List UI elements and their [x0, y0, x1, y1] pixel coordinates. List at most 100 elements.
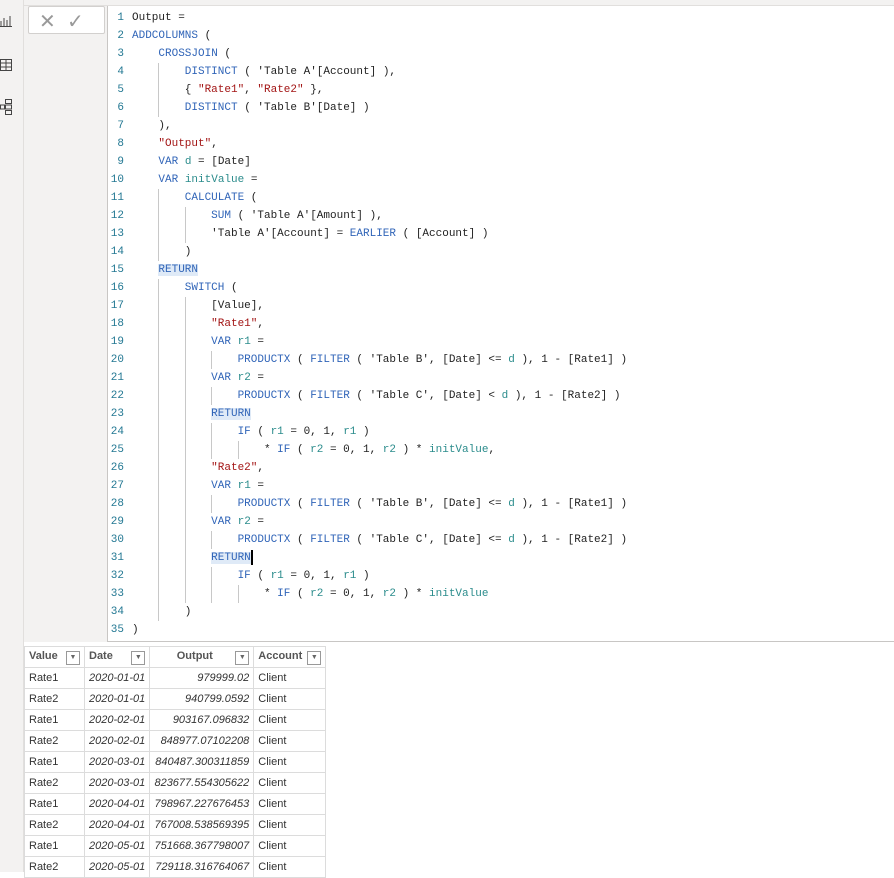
formula-bar-background	[24, 6, 107, 642]
code-line[interactable]: 18 "Rate1",	[108, 315, 627, 333]
code-line[interactable]: 8 "Output",	[108, 135, 627, 153]
code-line[interactable]: 2 ADDCOLUMNS (	[108, 27, 627, 45]
table-view-icon[interactable]	[0, 59, 14, 73]
code-token: )	[184, 606, 192, 618]
line-number: 9	[117, 156, 124, 168]
code-line[interactable]: 13 'Table A'[Account] = EARLIER ( [Accoun…	[108, 225, 627, 243]
indent-guide	[132, 315, 158, 333]
table-cell: 798967.227676453	[149, 793, 255, 815]
code-line[interactable]: 20 PRODUCTX ( FILTER ( 'Table B', [Date] …	[108, 351, 627, 369]
code-line[interactable]: 3 CROSSJOIN (	[108, 45, 627, 63]
code-line[interactable]: 32 IF ( r1 = 0, 1, r1 )	[108, 567, 627, 585]
code-content: "Rate1",	[211, 318, 264, 330]
indent-guide	[158, 387, 184, 405]
indent-guide	[132, 63, 158, 81]
commit-check-icon[interactable]: ✓	[67, 9, 84, 34]
code-line[interactable]: 15 RETURN	[108, 261, 627, 279]
indent-guide	[158, 63, 184, 81]
dax-formula-editor[interactable]: 1 Output = 2 ADDCOLUMNS ( 3 CROSSJOIN ( 4 DISTI…	[107, 6, 894, 642]
code-line[interactable]: 11 CALCULATE (	[108, 189, 627, 207]
indent-guide	[184, 459, 211, 477]
code-token: r2	[382, 588, 396, 600]
code-line[interactable]: 14)	[108, 243, 627, 261]
code-line[interactable]: 16 SWITCH (	[108, 279, 627, 297]
indent-guide	[158, 225, 184, 243]
code-content: [Value],	[211, 300, 264, 312]
indent-guide	[211, 423, 237, 441]
code-line[interactable]: 17 [Value],	[108, 297, 627, 315]
line-number: 33	[110, 588, 124, 600]
model-view-icon[interactable]	[0, 99, 14, 115]
indent-guide	[132, 189, 158, 207]
line-number: 3	[117, 48, 124, 60]
code-line[interactable]: 1 Output =	[108, 9, 627, 27]
line-number: 2	[117, 30, 124, 42]
indent-guide	[158, 243, 184, 261]
filter-dropdown-icon[interactable]: ▼	[235, 650, 250, 665]
table-cell: Rate2	[24, 688, 85, 710]
code-line[interactable]: 10 VAR initValue =	[108, 171, 627, 189]
filter-dropdown-icon[interactable]: ▼	[307, 650, 322, 665]
cancel-icon[interactable]: ✕	[39, 9, 56, 34]
table-cell: 2020-04-01	[83, 814, 151, 836]
indent-guide	[132, 207, 158, 225]
indent-guide	[184, 333, 211, 351]
code-content: PRODUCTX ( FILTER ( 'Table C', [Date] <=…	[238, 534, 628, 546]
code-line[interactable]: 6 DISTINCT ( 'Table B'[Date] )	[108, 99, 627, 117]
code-line[interactable]: 27 VAR r1 =	[108, 477, 627, 495]
table-row: Rate2 2020-05-01 729118.316764067 Client	[24, 856, 327, 878]
filter-dropdown-icon[interactable]: ▼	[66, 650, 80, 665]
code-token: "Rate2"	[257, 84, 304, 96]
code-content: )	[132, 624, 139, 636]
column-header-output[interactable]: Output ▼	[149, 646, 255, 668]
code-line[interactable]: 31 RETURN	[108, 549, 627, 567]
column-header-value[interactable]: Value ▼	[24, 646, 85, 668]
code-line[interactable]: 33 * IF ( r2 = 0, 1, r2 ) * initValue	[108, 585, 627, 603]
code-token: IF	[277, 588, 291, 600]
code-line[interactable]: 7),	[108, 117, 627, 135]
code-line[interactable]: 34)	[108, 603, 627, 621]
code-line[interactable]: 5 { "Rate1", "Rate2" },	[108, 81, 627, 99]
filter-dropdown-icon[interactable]: ▼	[131, 650, 146, 665]
column-header-date[interactable]: Date ▼	[83, 646, 151, 668]
code-line[interactable]: 19 VAR r1 =	[108, 333, 627, 351]
code-token: PRODUCTX	[237, 354, 291, 366]
code-line[interactable]: 9 VAR d = [Date]	[108, 153, 627, 171]
code-line[interactable]: 4 DISTINCT ( 'Table A'[Account] ),	[108, 63, 627, 81]
code-line[interactable]: 21 VAR r2 =	[108, 369, 627, 387]
report-view-icon[interactable]	[0, 15, 14, 29]
line-number: 1	[117, 12, 124, 24]
line-number: 30	[110, 534, 124, 546]
code-token: = 0, 1,	[283, 570, 344, 582]
code-line[interactable]: 26 "Rate2",	[108, 459, 627, 477]
indent-guide	[132, 495, 158, 513]
code-lines[interactable]: 1 Output = 2 ADDCOLUMNS ( 3 CROSSJOIN ( 4 DISTI…	[108, 9, 627, 639]
code-line[interactable]: 24 IF ( r1 = 0, 1, r1 )	[108, 423, 627, 441]
code-token: ( 'Table C', [Date] <	[349, 390, 502, 402]
code-line[interactable]: 25 * IF ( r2 = 0, 1, r2 ) * initValue,	[108, 441, 627, 459]
code-token: initValue	[184, 174, 245, 186]
code-line[interactable]: 30 PRODUCTX ( FILTER ( 'Table C', [Date] …	[108, 531, 627, 549]
line-number: 20	[110, 354, 124, 366]
code-line[interactable]: 29 VAR r2 =	[108, 513, 627, 531]
code-line[interactable]: 22 PRODUCTX ( FILTER ( 'Table C', [Date] …	[108, 387, 627, 405]
code-token: FILTER	[310, 498, 350, 510]
indent-guide	[184, 405, 211, 423]
code-line[interactable]: 23 RETURN	[108, 405, 627, 423]
code-token: RETURN	[211, 408, 251, 420]
table-row: Rate1 2020-01-01 979999.02 Client	[24, 667, 327, 689]
indent-guide	[132, 351, 158, 369]
indent-guide	[237, 441, 264, 459]
column-header-account[interactable]: Account ▼	[253, 646, 327, 668]
code-content: CROSSJOIN (	[158, 48, 231, 60]
column-header-label: Output	[176, 649, 213, 662]
code-line[interactable]: 12 SUM ( 'Table A'[Amount] ),	[108, 207, 627, 225]
code-token: "Rate2"	[211, 462, 258, 474]
indent-guide	[132, 243, 158, 261]
code-line[interactable]: 35)	[108, 621, 627, 639]
code-line[interactable]: 28 PRODUCTX ( FILTER ( 'Table B', [Date] …	[108, 495, 627, 513]
line-number: 16	[110, 282, 124, 294]
line-number: 18	[110, 318, 124, 330]
line-number: 21	[110, 372, 124, 384]
